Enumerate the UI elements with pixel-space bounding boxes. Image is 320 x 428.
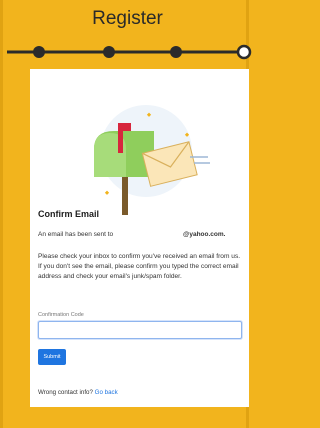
wrong-contact-prompt: Wrong contact info? [38, 389, 93, 396]
page-frame: Register Confirm Email An email has been… [0, 0, 252, 428]
mailbox-illustration [74, 93, 214, 223]
inbox-instructions: Please check your inbox to confirm you'v… [38, 253, 241, 280]
go-back-link[interactable]: Go back [95, 389, 118, 396]
confirmation-code-input[interactable] [38, 321, 242, 339]
step-3-complete [170, 46, 182, 58]
email-address: @yahoo.com. [183, 231, 226, 238]
wrong-contact-line: Wrong contact info? Go back [38, 389, 118, 396]
email-sent-text: An email has been sent to @yahoo.com. [38, 231, 244, 238]
step-4-current [236, 44, 252, 60]
page-title: Register [92, 8, 163, 29]
submit-button[interactable]: Submit [38, 349, 66, 365]
step-1-complete [33, 46, 45, 58]
progress-stepper [3, 40, 252, 64]
email-sent-prefix: An email has been sent to [38, 231, 114, 238]
confirm-email-card: Confirm Email An email has been sent to … [30, 69, 249, 407]
confirm-email-heading: Confirm Email [38, 209, 100, 219]
confirmation-code-label: Confirmation Code [38, 312, 84, 318]
step-2-complete [103, 46, 115, 58]
